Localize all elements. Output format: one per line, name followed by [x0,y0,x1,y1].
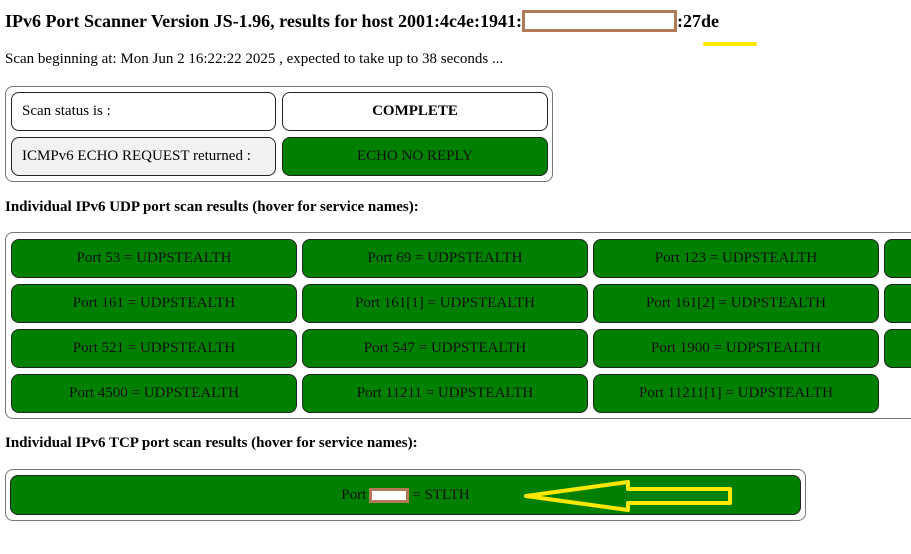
scan-begin-text: Scan beginning at: Mon Jun 2 16:22:22 20… [5,51,504,67]
scan-status-panel: Scan status is : COMPLETE ICMPv6 ECHO RE… [5,86,553,182]
arrow-annotation-icon [524,480,732,512]
highlight-underline-annotation [703,42,757,46]
udp-port-result[interactable]: Port 123 = UDPSTEALTH [593,239,879,278]
udp-port-result[interactable]: Port 11211[1] = UDPSTEALTH [593,374,879,413]
udp-results-panel: Port 53 = UDPSTEALTH Port 69 = UDPSTEALT… [5,232,911,419]
scan-status-value: COMPLETE [282,92,548,131]
tcp-port-suffix: = STLTH [412,486,470,503]
udp-port-result[interactable]: Port 161[1] = UDPSTEALTH [302,284,588,323]
redacted-tcp-port-number [369,487,410,503]
udp-port-result[interactable]: Port 53 = UDPSTEALTH [11,239,297,278]
udp-port-result[interactable]: Port 521 = UDPSTEALTH [11,329,297,368]
icmp-value: ECHO NO REPLY [282,137,548,176]
udp-port-result-cutoff[interactable] [884,284,911,323]
title-prefix: IPv6 Port Scanner Version JS-1.96, resul… [5,11,522,31]
udp-section-heading: Individual IPv6 UDP port scan results (h… [5,199,419,215]
udp-port-result[interactable]: Port 1900 = UDPSTEALTH [593,329,879,368]
udp-port-result[interactable]: Port 4500 = UDPSTEALTH [11,374,297,413]
tcp-section-heading: Individual IPv6 TCP port scan results (h… [5,435,418,451]
udp-port-result[interactable]: Port 547 = UDPSTEALTH [302,329,588,368]
udp-port-result[interactable]: Port 69 = UDPSTEALTH [302,239,588,278]
udp-port-result[interactable]: Port 11211 = UDPSTEALTH [302,374,588,413]
title-suffix: :27de [676,11,719,31]
udp-port-result-cutoff[interactable] [884,239,911,278]
page-title: IPv6 Port Scanner Version JS-1.96, resul… [5,9,719,32]
tcp-port-prefix: Port [341,486,367,503]
udp-port-result[interactable]: Port 161 = UDPSTEALTH [11,284,297,323]
udp-port-result-cutoff[interactable] [884,329,911,368]
icmp-label: ICMPv6 ECHO REQUEST returned : [11,137,276,176]
scan-status-label: Scan status is : [11,92,276,131]
redacted-host-segment [521,9,677,32]
udp-port-result[interactable]: Port 161[2] = UDPSTEALTH [593,284,879,323]
